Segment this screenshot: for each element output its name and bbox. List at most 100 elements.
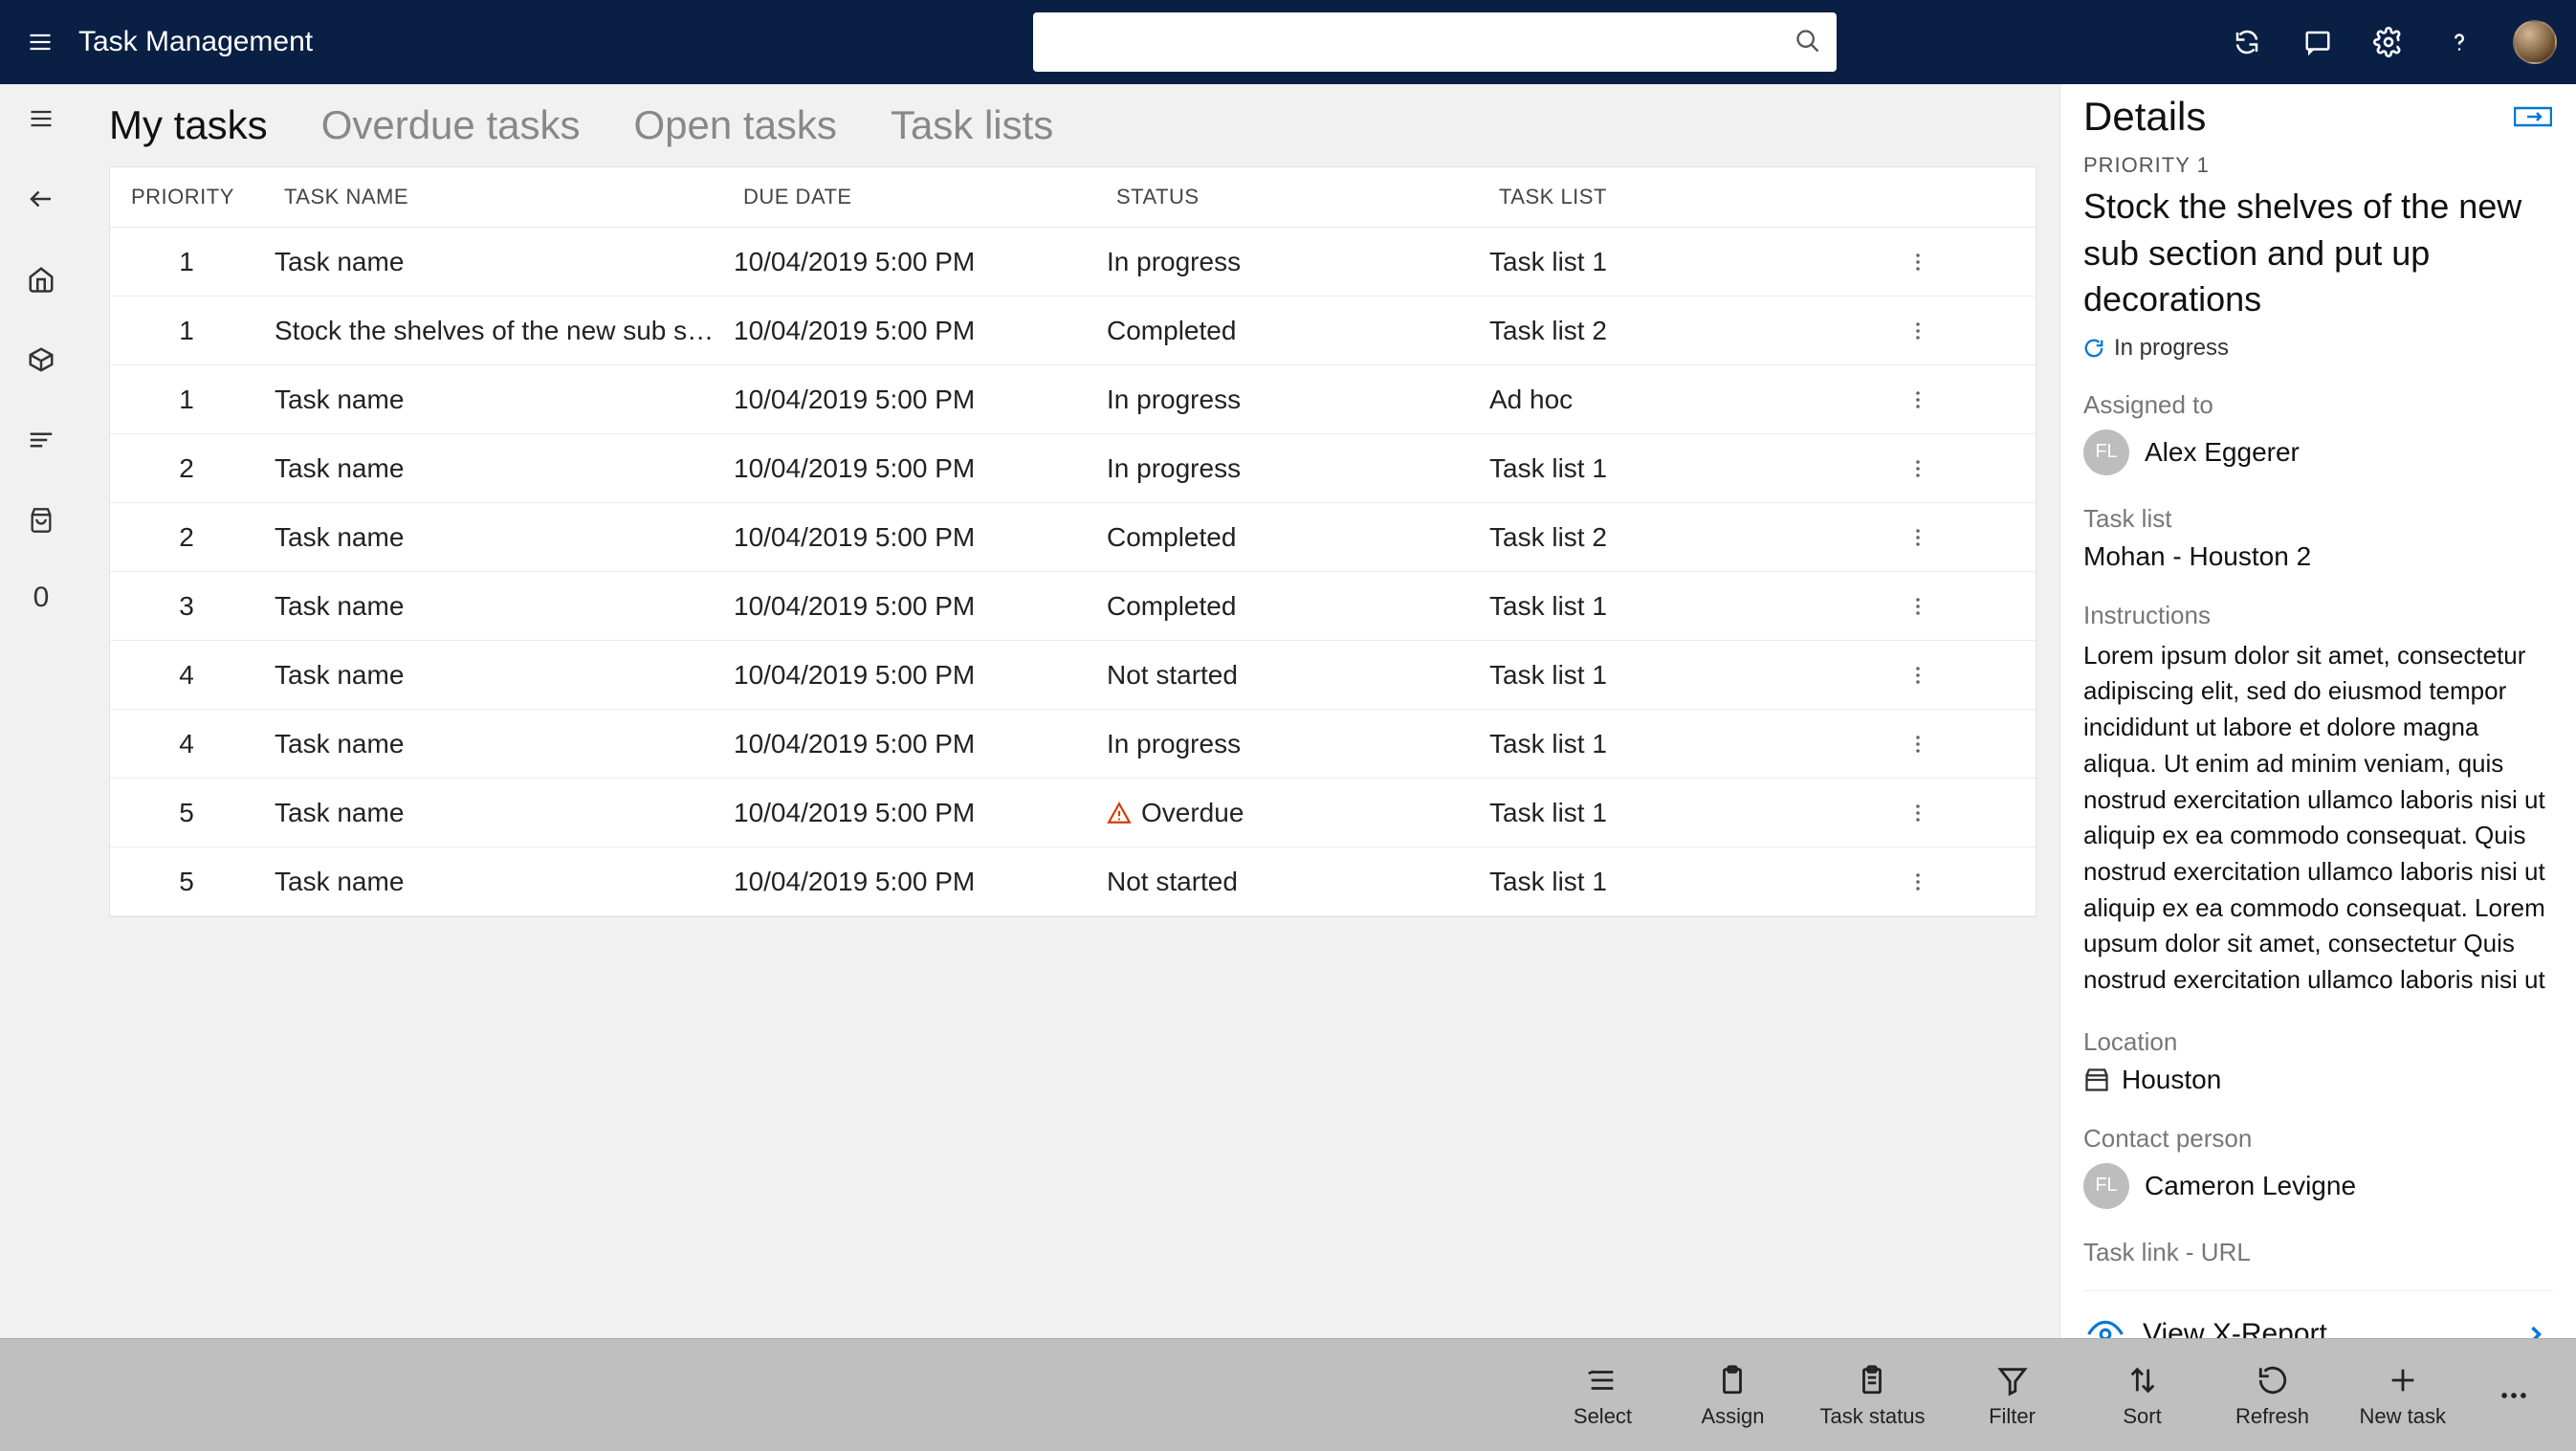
user-avatar[interactable] [2513, 20, 2557, 64]
search-container [1033, 12, 1837, 72]
cmd-task-status[interactable]: Task status [1819, 1362, 1925, 1429]
refresh-icon [2255, 1362, 2291, 1398]
row-more-icon[interactable] [1880, 526, 1956, 549]
row-more-icon[interactable] [1880, 388, 1956, 411]
content: My tasks Overdue tasks Open tasks Task list… [82, 84, 2059, 1338]
zero-badge[interactable]: 0 [33, 582, 50, 614]
row-more-icon[interactable] [1880, 457, 1956, 480]
table-row[interactable]: 5Task name10/04/2019 5:00 PMNot startedT… [110, 847, 2036, 916]
tabs: My tasks Overdue tasks Open tasks Task list… [109, 84, 2037, 166]
assigned-to-label: Assigned to [2083, 390, 2553, 420]
cell-duedate: 10/04/2019 5:00 PM [722, 247, 1095, 277]
table-row[interactable]: 2Task name10/04/2019 5:00 PMIn progressT… [110, 434, 2036, 503]
home-icon[interactable] [22, 260, 60, 298]
help-icon[interactable] [2442, 25, 2477, 59]
row-more-icon[interactable] [1880, 251, 1956, 274]
cell-priority: 4 [110, 660, 263, 691]
chat-icon[interactable] [2301, 25, 2335, 59]
tasklist-value: Mohan - Houston 2 [2083, 541, 2553, 572]
cmd-new-task-label: New task [2360, 1404, 2446, 1429]
col-tasklist[interactable]: TASK LIST [1487, 185, 1889, 209]
details-panel: Details PRIORITY 1 Stock the shelves of … [2059, 84, 2576, 1338]
hamburger-icon[interactable] [19, 21, 61, 63]
cell-taskname: Task name [263, 453, 722, 484]
tab-open-tasks[interactable]: Open tasks [633, 102, 836, 148]
location-label: Location [2083, 1027, 2553, 1057]
cell-status: Not started [1095, 660, 1478, 691]
task-link-row[interactable]: View X-Report [2083, 1290, 2553, 1338]
col-priority[interactable]: PRIORITY [120, 185, 273, 209]
cell-tasklist: Task list 1 [1478, 247, 1880, 277]
col-duedate[interactable]: DUE DATE [732, 185, 1105, 209]
cmd-more[interactable] [2490, 1377, 2538, 1414]
table-row[interactable]: 5Task name10/04/2019 5:00 PMOverdueTask … [110, 779, 2036, 847]
cell-priority: 3 [110, 591, 263, 622]
settings-icon[interactable] [2371, 25, 2406, 59]
rail-hamburger-icon[interactable] [22, 99, 60, 138]
cell-status: Overdue [1095, 798, 1478, 828]
contact-avatar: FL [2083, 1163, 2129, 1209]
cmd-select[interactable]: Select [1559, 1362, 1645, 1429]
cell-tasklist: Task list 1 [1478, 591, 1880, 622]
row-more-icon[interactable] [1880, 664, 1956, 687]
cell-taskname: Stock the shelves of the new sub section… [263, 316, 722, 346]
bag-icon[interactable] [22, 501, 60, 539]
cell-tasklist: Task list 1 [1478, 798, 1880, 828]
tab-overdue-tasks[interactable]: Overdue tasks [321, 102, 581, 148]
table-row[interactable]: 1Stock the shelves of the new sub sectio… [110, 297, 2036, 365]
cmd-new-task[interactable]: New task [2360, 1362, 2446, 1429]
cell-duedate: 10/04/2019 5:00 PM [722, 316, 1095, 346]
tasks-table: PRIORITY TASK NAME DUE DATE STATUS TASK … [109, 166, 2037, 917]
cell-priority: 5 [110, 798, 263, 828]
list-icon[interactable] [22, 421, 60, 459]
link-text: View X-Report [2143, 1318, 2327, 1338]
cell-duedate: 10/04/2019 5:00 PM [722, 453, 1095, 484]
store-icon [2083, 1066, 2110, 1093]
contact-label: Contact person [2083, 1124, 2553, 1154]
assigned-name: Alex Eggerer [2145, 437, 2300, 468]
col-taskname[interactable]: TASK NAME [273, 185, 732, 209]
cell-taskname: Task name [263, 385, 722, 415]
tab-my-tasks[interactable]: My tasks [109, 102, 268, 148]
cmd-sort[interactable]: Sort [2100, 1362, 2186, 1429]
search-icon[interactable] [1794, 28, 1823, 56]
row-more-icon[interactable] [1880, 802, 1956, 824]
table-header: PRIORITY TASK NAME DUE DATE STATUS TASK … [110, 167, 2036, 228]
expand-icon[interactable] [2513, 97, 2553, 137]
cell-taskname: Task name [263, 660, 722, 691]
row-more-icon[interactable] [1880, 733, 1956, 756]
table-row[interactable]: 4Task name10/04/2019 5:00 PMNot startedT… [110, 641, 2036, 710]
products-icon[interactable] [22, 341, 60, 379]
sync-icon[interactable] [2230, 25, 2264, 59]
tab-task-lists[interactable]: Task lists [891, 102, 1053, 148]
cell-duedate: 10/04/2019 5:00 PM [722, 798, 1095, 828]
row-more-icon[interactable] [1880, 595, 1956, 618]
col-status[interactable]: STATUS [1105, 185, 1487, 209]
cell-status: In progress [1095, 385, 1478, 415]
row-more-icon[interactable] [1880, 870, 1956, 893]
cell-duedate: 10/04/2019 5:00 PM [722, 591, 1095, 622]
instructions-text: Lorem ipsum dolor sit amet, consectetur … [2083, 638, 2553, 999]
table-row[interactable]: 1Task name10/04/2019 5:00 PMIn progressT… [110, 228, 2036, 297]
table-row[interactable]: 4Task name10/04/2019 5:00 PMIn progressT… [110, 710, 2036, 779]
cell-taskname: Task name [263, 729, 722, 759]
topbar: Task Management [0, 0, 2576, 84]
command-bar: Select Assign Task status Filter Sort Re… [0, 1338, 2576, 1451]
location-value: Houston [2122, 1065, 2221, 1095]
details-priority-label: PRIORITY 1 [2083, 153, 2553, 178]
search-input[interactable] [1046, 27, 1794, 57]
cell-status: Completed [1095, 316, 1478, 346]
cell-status: In progress [1095, 247, 1478, 277]
app-title: Task Management [78, 26, 313, 58]
details-task-title: Stock the shelves of the new sub section… [2083, 184, 2553, 323]
table-row[interactable]: 3Task name10/04/2019 5:00 PMCompletedTas… [110, 572, 2036, 641]
back-icon[interactable] [22, 180, 60, 218]
cmd-filter[interactable]: Filter [1970, 1362, 2056, 1429]
cell-priority: 2 [110, 453, 263, 484]
clipboard-icon [1714, 1362, 1750, 1398]
table-row[interactable]: 2Task name10/04/2019 5:00 PMCompletedTas… [110, 503, 2036, 572]
row-more-icon[interactable] [1880, 319, 1956, 342]
table-row[interactable]: 1Task name10/04/2019 5:00 PMIn progressA… [110, 365, 2036, 434]
cmd-assign[interactable]: Assign [1689, 1362, 1775, 1429]
cmd-refresh[interactable]: Refresh [2230, 1362, 2316, 1429]
